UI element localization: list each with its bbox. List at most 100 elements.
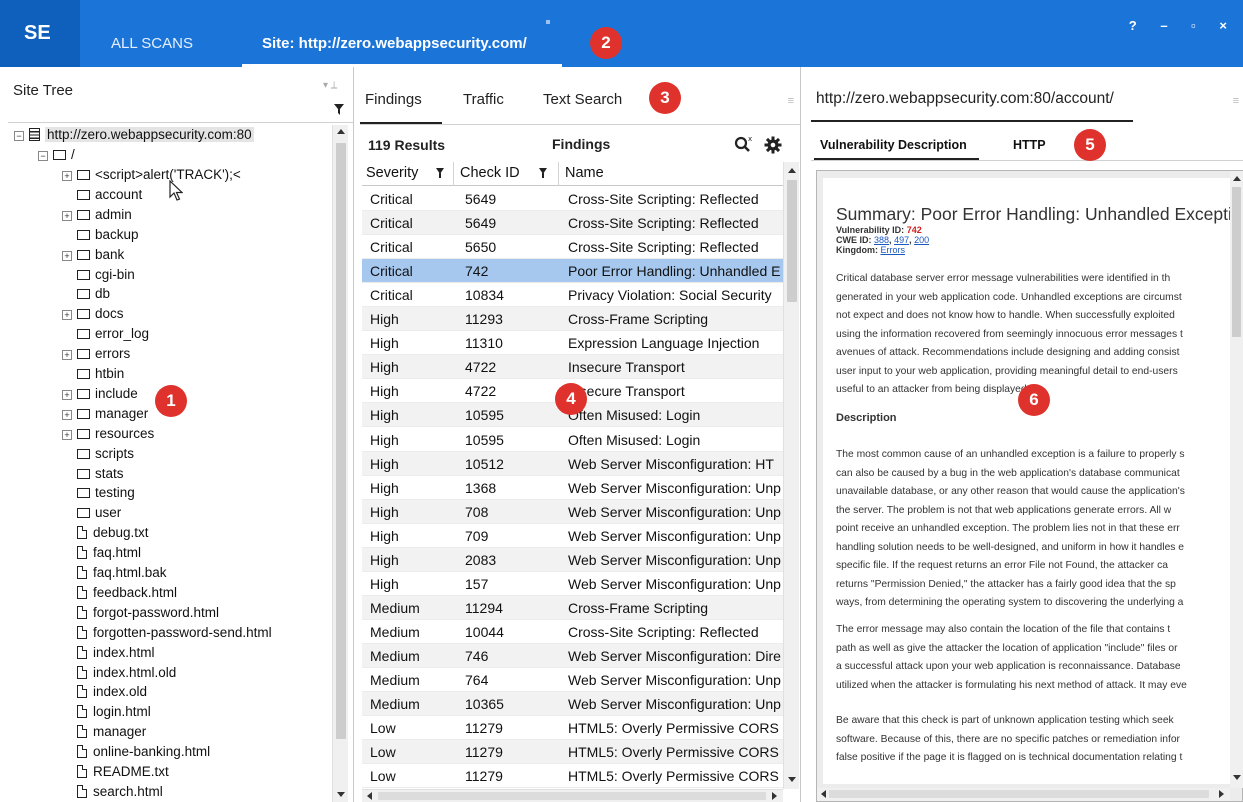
table-row[interactable]: Low 11279 HTML5: Overly Permissive CORS [362, 740, 783, 765]
tab-http[interactable]: HTTP [1013, 138, 1046, 152]
tree-folder[interactable]: + errors [62, 344, 130, 364]
table-row[interactable]: Critical 5650 Cross-Site Scripting: Reflec… [362, 235, 783, 260]
tree-folder[interactable]: backup [62, 225, 139, 245]
tree-folder[interactable]: htbin [62, 364, 124, 384]
expand-icon[interactable]: + [62, 429, 72, 440]
tree-folder[interactable]: testing [62, 483, 135, 503]
tree-folder[interactable]: stats [62, 464, 124, 484]
tree-folder[interactable]: scripts [62, 444, 134, 464]
scroll-left-icon[interactable] [821, 790, 826, 798]
filter-icon[interactable] [436, 168, 444, 178]
tree-folder[interactable]: cgi-bin [62, 265, 135, 285]
tree-file[interactable]: index.html [62, 643, 155, 663]
filter-icon[interactable] [539, 168, 547, 178]
tree-file[interactable]: forgotten-password-send.html [62, 623, 272, 643]
tree-folder[interactable]: account [62, 185, 142, 205]
tree-file[interactable]: search.html [62, 782, 163, 802]
expand-icon[interactable]: + [62, 389, 72, 400]
table-row[interactable]: High 11293 Cross-Frame Scripting [362, 307, 783, 332]
tree-file[interactable]: forgot-password.html [62, 603, 219, 623]
panel-menu-icon[interactable]: ≡ [788, 95, 794, 107]
search-icon[interactable]: x [734, 134, 754, 154]
table-row[interactable]: High 709 Web Server Misconfiguration: Unp [362, 524, 783, 548]
tree-file[interactable]: index.old [62, 682, 147, 702]
tree-file[interactable]: feedback.html [62, 583, 177, 603]
table-row[interactable]: High 1368 Web Server Misconfiguration: Unp [362, 476, 783, 500]
tree-folder[interactable]: error_log [62, 324, 149, 344]
filter-icon[interactable] [334, 104, 344, 115]
tree-folder[interactable]: + include [62, 384, 138, 404]
table-row[interactable]: Low 11279 HTML5: Overly Permissive CORS [362, 764, 783, 789]
description-hscrollbar[interactable] [817, 788, 1230, 801]
scroll-up-icon[interactable] [788, 168, 796, 173]
scroll-down-icon[interactable] [337, 792, 345, 797]
tree-file[interactable]: faq.html.bak [62, 563, 167, 583]
tree-folder[interactable]: user [62, 503, 121, 523]
tree-file[interactable]: index.html.old [62, 663, 176, 683]
scroll-down-icon[interactable] [1233, 775, 1241, 780]
table-row[interactable]: Low 11279 HTML5: Overly Permissive CORS [362, 716, 783, 741]
table-row[interactable]: High 11310 Expression Language Injection [362, 331, 783, 356]
tab-close-mark[interactable] [546, 20, 550, 24]
tree-folder[interactable]: + <script>alert('TRACK');< [62, 165, 241, 185]
tree-folder[interactable]: + docs [62, 304, 124, 324]
expand-icon[interactable]: + [62, 409, 72, 420]
tree-root[interactable]: − http://zero.webappsecurity.com:80 [14, 125, 254, 145]
scroll-up-icon[interactable] [1233, 176, 1241, 181]
column-name[interactable]: Name [565, 165, 604, 181]
table-row[interactable]: Medium 11294 Cross-Frame Scripting [362, 595, 783, 620]
tab-all-scans[interactable]: ALL SCANS [111, 0, 193, 67]
grid-hscrollbar[interactable] [362, 789, 783, 802]
table-row[interactable]: High 10512 Web Server Misconfiguration: HT [362, 451, 783, 476]
tree-file[interactable]: online-banking.html [62, 742, 210, 762]
scroll-thumb[interactable] [378, 792, 766, 800]
expand-icon[interactable]: + [62, 250, 72, 261]
column-divider[interactable] [453, 162, 454, 186]
scroll-down-icon[interactable] [788, 777, 796, 782]
tree-folder[interactable]: db [62, 284, 110, 304]
table-row[interactable]: High 708 Web Server Misconfiguration: Unp [362, 499, 783, 524]
scroll-thumb[interactable] [829, 790, 1209, 798]
tree-folder[interactable]: + admin [62, 205, 132, 225]
collapse-icon[interactable]: − [38, 151, 48, 161]
expand-icon[interactable]: + [62, 210, 72, 221]
table-row[interactable]: Critical 742 Poor Error Handling: Unhandle… [362, 259, 783, 284]
collapse-icon[interactable]: − [14, 131, 24, 141]
tree-scrollbar[interactable] [332, 125, 348, 802]
table-row[interactable]: High 2083 Web Server Misconfiguration: Unp [362, 547, 783, 572]
expand-icon[interactable]: + [62, 350, 72, 361]
tree-folder[interactable]: + bank [62, 245, 124, 265]
scroll-left-icon[interactable] [367, 792, 372, 800]
table-row[interactable]: Critical 5649 Cross-Site Scripting: Reflec… [362, 187, 783, 211]
tree-folder[interactable]: + manager [62, 404, 148, 424]
column-divider[interactable] [558, 162, 559, 186]
column-severity[interactable]: Severity [366, 165, 418, 181]
scroll-thumb[interactable] [1232, 187, 1241, 337]
scroll-right-icon[interactable] [772, 792, 777, 800]
tree-root-folder[interactable]: − / [38, 145, 75, 165]
scroll-thumb[interactable] [336, 143, 346, 739]
tree-file[interactable]: faq.html [62, 543, 141, 563]
table-row[interactable]: Medium 10365 Web Server Misconfiguration: … [362, 692, 783, 717]
column-check-id[interactable]: Check ID [460, 165, 520, 181]
cwe-link[interactable]: 497 [894, 235, 909, 245]
table-row[interactable]: High 157 Web Server Misconfiguration: Unp [362, 572, 783, 596]
cwe-link[interactable]: 388 [874, 235, 889, 245]
tree-file[interactable]: README.txt [62, 762, 169, 782]
tab-vulnerability-description[interactable]: Vulnerability Description [820, 138, 967, 152]
tree-file[interactable]: manager [62, 722, 146, 742]
table-row[interactable]: Medium 764 Web Server Misconfiguration: Un… [362, 668, 783, 692]
tab-traffic[interactable]: Traffic [463, 91, 504, 108]
tree-file[interactable]: debug.txt [62, 523, 149, 543]
table-row[interactable]: Medium 10044 Cross-Site Scripting: Reflect… [362, 620, 783, 644]
expand-icon[interactable]: + [62, 171, 72, 181]
tree-file[interactable]: login.html [62, 702, 151, 722]
table-row[interactable]: High 10595 Often Misused: Login [362, 428, 783, 452]
scroll-thumb[interactable] [787, 180, 797, 302]
scroll-up-icon[interactable] [337, 129, 345, 134]
pin-icon[interactable]: ▾ ⟂ [323, 80, 337, 91]
panel-menu-icon[interactable]: ≡ [1233, 95, 1239, 107]
expand-icon[interactable]: + [62, 310, 72, 321]
scroll-right-icon[interactable] [1219, 790, 1224, 798]
window-controls[interactable]: ? – ▫ × [1129, 18, 1237, 33]
